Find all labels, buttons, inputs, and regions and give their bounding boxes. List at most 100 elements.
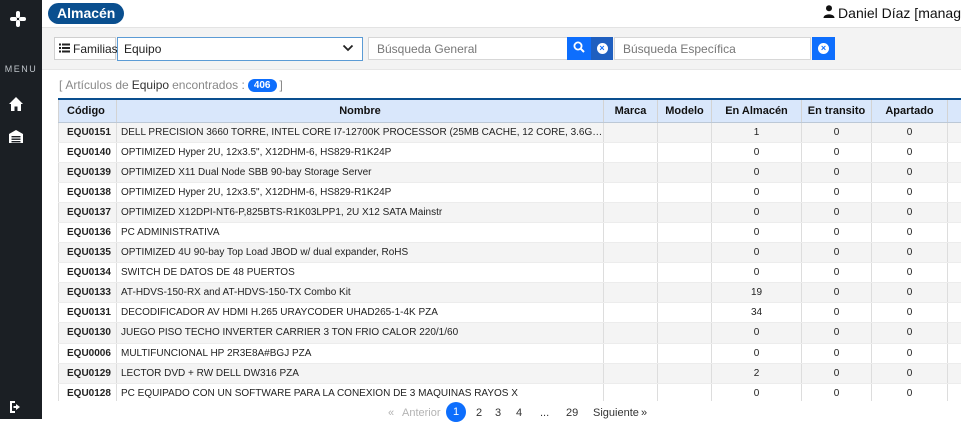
clear-specific-button[interactable]: × [812,37,835,60]
cell-brand [604,202,658,222]
cell-in-transit: 0 [802,343,872,363]
cell-code: EQU0129 [59,363,117,383]
table-row[interactable]: EQU0139OPTIMIZED X11 Dual Node SBB 90-ba… [59,162,961,182]
user-menu[interactable]: Daniel Díaz [manag [823,5,961,21]
family-select[interactable]: Equipo [117,37,363,61]
cell-name: MULTIFUNCIONAL HP 2R3E8A#BGJ PZA [117,343,604,363]
column-header[interactable]: Apartado [872,99,948,122]
cell-in-transit: 0 [802,222,872,242]
logout-icon[interactable] [7,398,25,416]
pagination-page[interactable]: 2 [476,407,482,419]
clear-general-button[interactable]: × [591,37,613,60]
specific-search-input[interactable]: Búsqueda Específica [614,37,811,60]
items-table: CódigoNombreMarcaModeloEn AlmacénEn tran… [58,98,961,401]
table-row[interactable]: EQU0137OPTIMIZED X12DPI-NT6-P,825BTS-R1K… [59,202,961,222]
table-row[interactable]: EQU0131DECODIFICADOR AV HDMI H.265 URAYC… [59,303,961,323]
general-search-input[interactable]: Búsqueda General [368,37,568,60]
cell-in-transit: 0 [802,283,872,303]
pagination-page[interactable]: 4 [516,407,522,419]
pagination: « Anterior 1 2 3 4 ... 29 Siguiente » [388,406,658,419]
cell-actions [948,122,961,142]
cell-code: EQU0133 [59,283,117,303]
pagination-next-arrow[interactable]: » [641,407,647,419]
results-count-badge: 406 [248,79,277,92]
table-row[interactable]: EQU0006MULTIFUNCIONAL HP 2R3E8A#BGJ PZA 0… [59,343,961,363]
column-header[interactable]: Nombre [117,99,604,122]
column-header[interactable]: En Almacén [712,99,802,122]
cell-in-stock: 2 [712,363,802,383]
families-button-label: Familias [73,42,118,56]
cell-name: PC ADMINISTRATIVA [117,222,604,242]
items-table-container[interactable]: CódigoNombreMarcaModeloEn AlmacénEn tran… [58,98,961,401]
table-row[interactable]: EQU0129LECTOR DVD + RW DELL DW316 PZA200 [59,363,961,383]
column-header[interactable]: Modelo [658,99,712,122]
families-button[interactable]: Familias [54,37,116,60]
cell-actions [948,363,961,383]
table-row[interactable]: EQU0140OPTIMIZED Hyper 2U, 12x3.5", X12D… [59,142,961,162]
menu-label: MENU [0,64,42,74]
cell-brand [604,383,658,401]
table-row[interactable]: EQU0135OPTIMIZED 4U 90-bay Top Load JBOD… [59,243,961,263]
cell-model [658,243,712,263]
cell-brand [604,142,658,162]
cell-code: EQU0135 [59,243,117,263]
close-circle-icon: × [597,43,608,54]
pagination-page[interactable]: 3 [495,407,501,419]
cell-name: OPTIMIZED 4U 90-bay Top Load JBOD w/ dua… [117,243,604,263]
cell-name: LECTOR DVD + RW DELL DW316 PZA [117,363,604,383]
table-row[interactable]: EQU0151DELL PRECISION 3660 TORRE, INTEL … [59,122,961,142]
cell-code: EQU0137 [59,202,117,222]
topbar: Almacén Daniel Díaz [manag [42,0,961,28]
cell-name: OPTIMIZED Hyper 2U, 12x3.5", X12DHM-6, H… [117,142,604,162]
table-row[interactable]: EQU0136PC ADMINISTRATIVA000 [59,222,961,242]
cell-model [658,222,712,242]
summary-prefix: Artículos de [65,78,128,92]
cell-actions [948,202,961,222]
cell-in-transit: 0 [802,263,872,283]
cell-brand [604,323,658,343]
table-row[interactable]: EQU0128PC EQUIPADO CON UN SOFTWARE PARA … [59,383,961,401]
pagination-page[interactable]: 29 [566,407,578,419]
cell-in-stock: 1 [712,122,802,142]
pagination-prev-arrow[interactable]: « [388,407,394,419]
cell-actions [948,222,961,242]
cell-code: EQU0006 [59,343,117,363]
search-button[interactable] [567,37,591,60]
brand-title[interactable]: Almacén [48,3,124,24]
cell-actions [948,263,961,283]
column-header[interactable]: Código [59,99,117,122]
table-row[interactable]: EQU0134SWITCH DE DATOS DE 48 PUERTOS000 [59,263,961,283]
cell-code: EQU0136 [59,222,117,242]
results-summary: [ Artículos de Equipo encontrados : 406 … [59,78,283,92]
cell-actions [948,162,961,182]
cell-in-transit: 0 [802,122,872,142]
cell-model [658,283,712,303]
table-body: EQU0151DELL PRECISION 3660 TORRE, INTEL … [59,122,961,401]
column-header[interactable]: En transito [802,99,872,122]
cell-code: EQU0128 [59,383,117,401]
cell-brand [604,243,658,263]
cell-code: EQU0130 [59,323,117,343]
slack-logo-icon[interactable] [8,9,28,29]
cell-reserved: 0 [872,343,948,363]
cell-in-stock: 34 [712,303,802,323]
cell-in-stock: 0 [712,263,802,283]
cell-name: DECODIFICADOR AV HDMI H.265 URAYCODER UH… [117,303,604,323]
cell-in-stock: 0 [712,343,802,363]
column-header[interactable]: Ac [948,99,961,122]
table-row[interactable]: EQU0133AT-HDVS-150-RX and AT-HDVS-150-TX… [59,283,961,303]
cell-reserved: 0 [872,222,948,242]
column-header[interactable]: Marca [604,99,658,122]
pagination-page[interactable]: 1 [446,402,466,422]
cell-reserved: 0 [872,283,948,303]
home-icon[interactable] [7,95,25,113]
table-row[interactable]: EQU0130JUEGO PISO TECHO INVERTER CARRIER… [59,323,961,343]
cell-actions [948,243,961,263]
cell-reserved: 0 [872,122,948,142]
pagination-prev[interactable]: Anterior [402,407,441,419]
cell-reserved: 0 [872,323,948,343]
cell-brand [604,303,658,323]
table-row[interactable]: EQU0138OPTIMIZED Hyper 2U, 12x3.5", X12D… [59,182,961,202]
warehouse-icon[interactable] [7,127,25,145]
pagination-next[interactable]: Siguiente [593,407,639,419]
